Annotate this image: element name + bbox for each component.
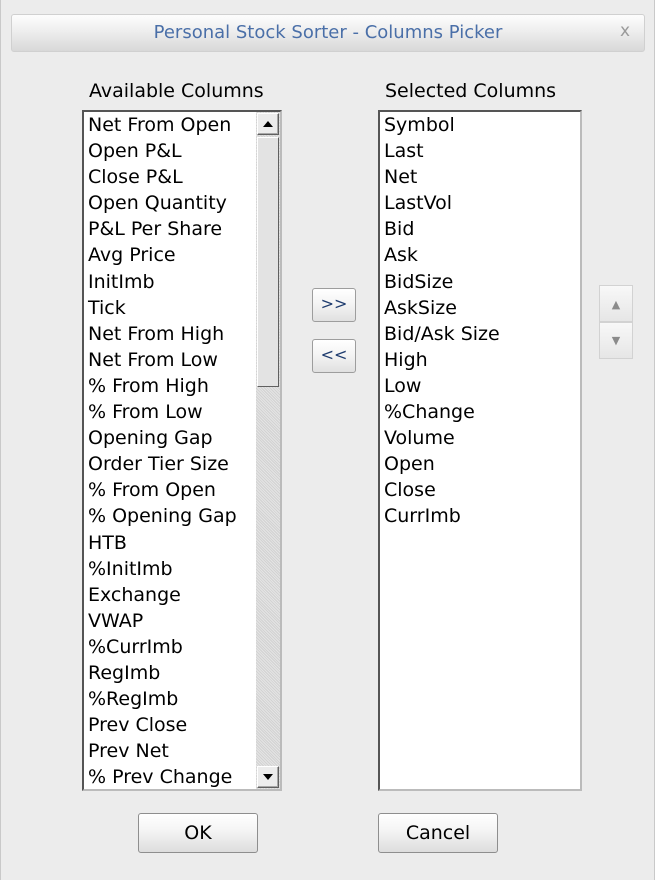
list-item[interactable]: High <box>380 347 580 373</box>
list-item[interactable]: BidSize <box>380 269 580 295</box>
list-item[interactable]: % From High <box>84 373 280 399</box>
list-item[interactable]: Volume <box>380 425 580 451</box>
list-item[interactable]: Net From Open <box>84 112 280 138</box>
list-item[interactable]: % Prev Change <box>84 764 280 789</box>
available-items-container: Net From Open Open P&L Close P&L Open Quant… <box>84 112 280 789</box>
available-list-scrollbar[interactable] <box>256 112 280 789</box>
list-item[interactable]: Symbol <box>380 112 580 138</box>
list-item[interactable]: AskSize <box>380 295 580 321</box>
move-up-icon: ▲ <box>611 298 621 311</box>
list-item[interactable]: Prev Net <box>84 738 280 764</box>
list-item[interactable]: Net From High <box>84 321 280 347</box>
list-item[interactable]: InitImb <box>84 269 280 295</box>
list-item[interactable]: HTB <box>84 530 280 556</box>
ok-button[interactable]: OK <box>138 813 258 853</box>
list-item[interactable]: Open Quantity <box>84 190 280 216</box>
list-item[interactable]: RegImb <box>84 660 280 686</box>
window-title: Personal Stock Sorter - Columns Picker <box>153 22 503 43</box>
list-item[interactable]: Net From Low <box>84 347 280 373</box>
list-item[interactable]: Ask <box>380 242 580 268</box>
selected-columns-list[interactable]: Symbol Last Net LastVol Bid Ask BidSize AskSize… <box>378 110 582 791</box>
list-item[interactable]: % From Low <box>84 399 280 425</box>
list-item[interactable]: Close P&L <box>84 164 280 190</box>
list-item[interactable]: Exchange <box>84 582 280 608</box>
list-item[interactable]: % From Open <box>84 477 280 503</box>
scroll-down-icon <box>263 774 273 780</box>
list-item[interactable]: Open P&L <box>84 138 280 164</box>
list-item[interactable]: LastVol <box>380 190 580 216</box>
scroll-up-icon <box>263 121 273 127</box>
list-item[interactable]: Prev Close <box>84 712 280 738</box>
add-column-button[interactable]: >> <box>312 288 356 322</box>
list-item[interactable]: Close <box>380 477 580 503</box>
list-item[interactable]: Last <box>380 138 580 164</box>
move-up-button[interactable]: ▲ <box>599 285 633 322</box>
close-icon[interactable]: x <box>620 21 630 41</box>
list-item[interactable]: VWAP <box>84 608 280 634</box>
list-item[interactable]: Net <box>380 164 580 190</box>
move-down-button[interactable]: ▼ <box>599 322 633 359</box>
list-item[interactable]: CurrImb <box>380 503 580 529</box>
available-columns-label: Available Columns <box>89 80 264 102</box>
title-bar[interactable]: Personal Stock Sorter - Columns Picker x <box>11 14 645 52</box>
list-item[interactable]: %CurrImb <box>84 634 280 660</box>
list-item[interactable]: %RegImb <box>84 686 280 712</box>
list-item[interactable]: %InitImb <box>84 556 280 582</box>
available-columns-list[interactable]: Net From Open Open P&L Close P&L Open Quant… <box>82 110 282 791</box>
list-item[interactable]: % Opening Gap <box>84 503 280 529</box>
scroll-up-button[interactable] <box>257 113 279 135</box>
list-item[interactable]: Avg Price <box>84 242 280 268</box>
list-item[interactable]: Order Tier Size <box>84 451 280 477</box>
list-item[interactable]: Open <box>380 451 580 477</box>
list-item[interactable]: Low <box>380 373 580 399</box>
list-item[interactable]: Opening Gap <box>84 425 280 451</box>
list-item[interactable]: Tick <box>84 295 280 321</box>
list-item[interactable]: %Change <box>380 399 580 425</box>
selected-items-container: Symbol Last Net LastVol Bid Ask BidSize AskSize… <box>380 112 580 530</box>
selected-columns-label: Selected Columns <box>385 80 557 102</box>
scrollbar-thumb[interactable] <box>257 137 279 387</box>
columns-picker-dialog: Personal Stock Sorter - Columns Picker x… <box>0 0 655 880</box>
list-item[interactable]: Bid <box>380 216 580 242</box>
cancel-button[interactable]: Cancel <box>378 813 498 853</box>
remove-column-button[interactable]: << <box>312 339 356 373</box>
move-down-icon: ▼ <box>611 334 621 347</box>
scroll-down-button[interactable] <box>257 766 279 788</box>
list-item[interactable]: P&L Per Share <box>84 216 280 242</box>
list-item[interactable]: Bid/Ask Size <box>380 321 580 347</box>
